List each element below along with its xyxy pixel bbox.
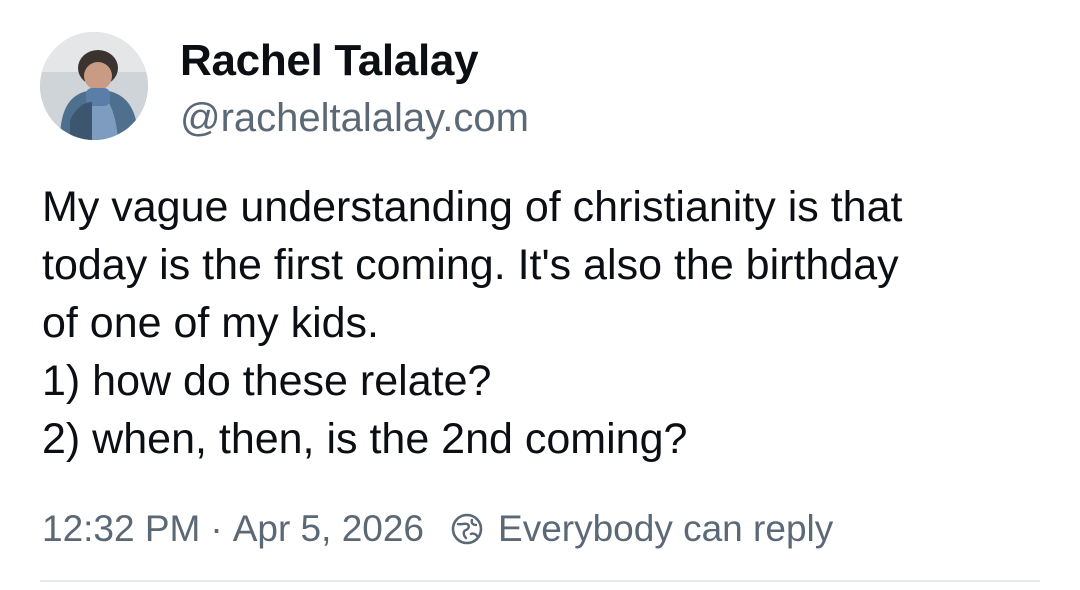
author-display-name[interactable]: Rachel Talalay — [180, 36, 479, 86]
meta-separator: · — [210, 508, 223, 549]
post-text-line: My vague understanding of christianity i… — [42, 183, 903, 231]
reply-setting[interactable]: Everybody can reply — [450, 508, 833, 550]
post-text-line: of one of my kids. — [42, 299, 379, 347]
globe-reply-icon — [450, 512, 484, 546]
post-meta: 12:32 PM · Apr 5, 2026 Everybody can rep… — [42, 504, 833, 554]
post-body: My vague understanding of christianity i… — [42, 178, 1052, 468]
post-text-line: 1) how do these relate? — [42, 357, 492, 405]
post-time[interactable]: 12:32 PM — [42, 508, 200, 550]
avatar-photo — [40, 32, 148, 140]
post-text-line: 2) when, then, is the 2nd coming? — [42, 415, 688, 463]
author-avatar[interactable] — [40, 32, 148, 140]
divider — [40, 580, 1040, 582]
post-date[interactable]: Apr 5, 2026 — [233, 508, 424, 550]
post-card: Rachel Talalay @racheltalalay.com My vag… — [0, 0, 1080, 590]
author-handle[interactable]: @racheltalalay.com — [180, 96, 529, 141]
reply-setting-label: Everybody can reply — [498, 508, 834, 549]
post-text-line: today is the first coming. It's also the… — [42, 241, 899, 289]
